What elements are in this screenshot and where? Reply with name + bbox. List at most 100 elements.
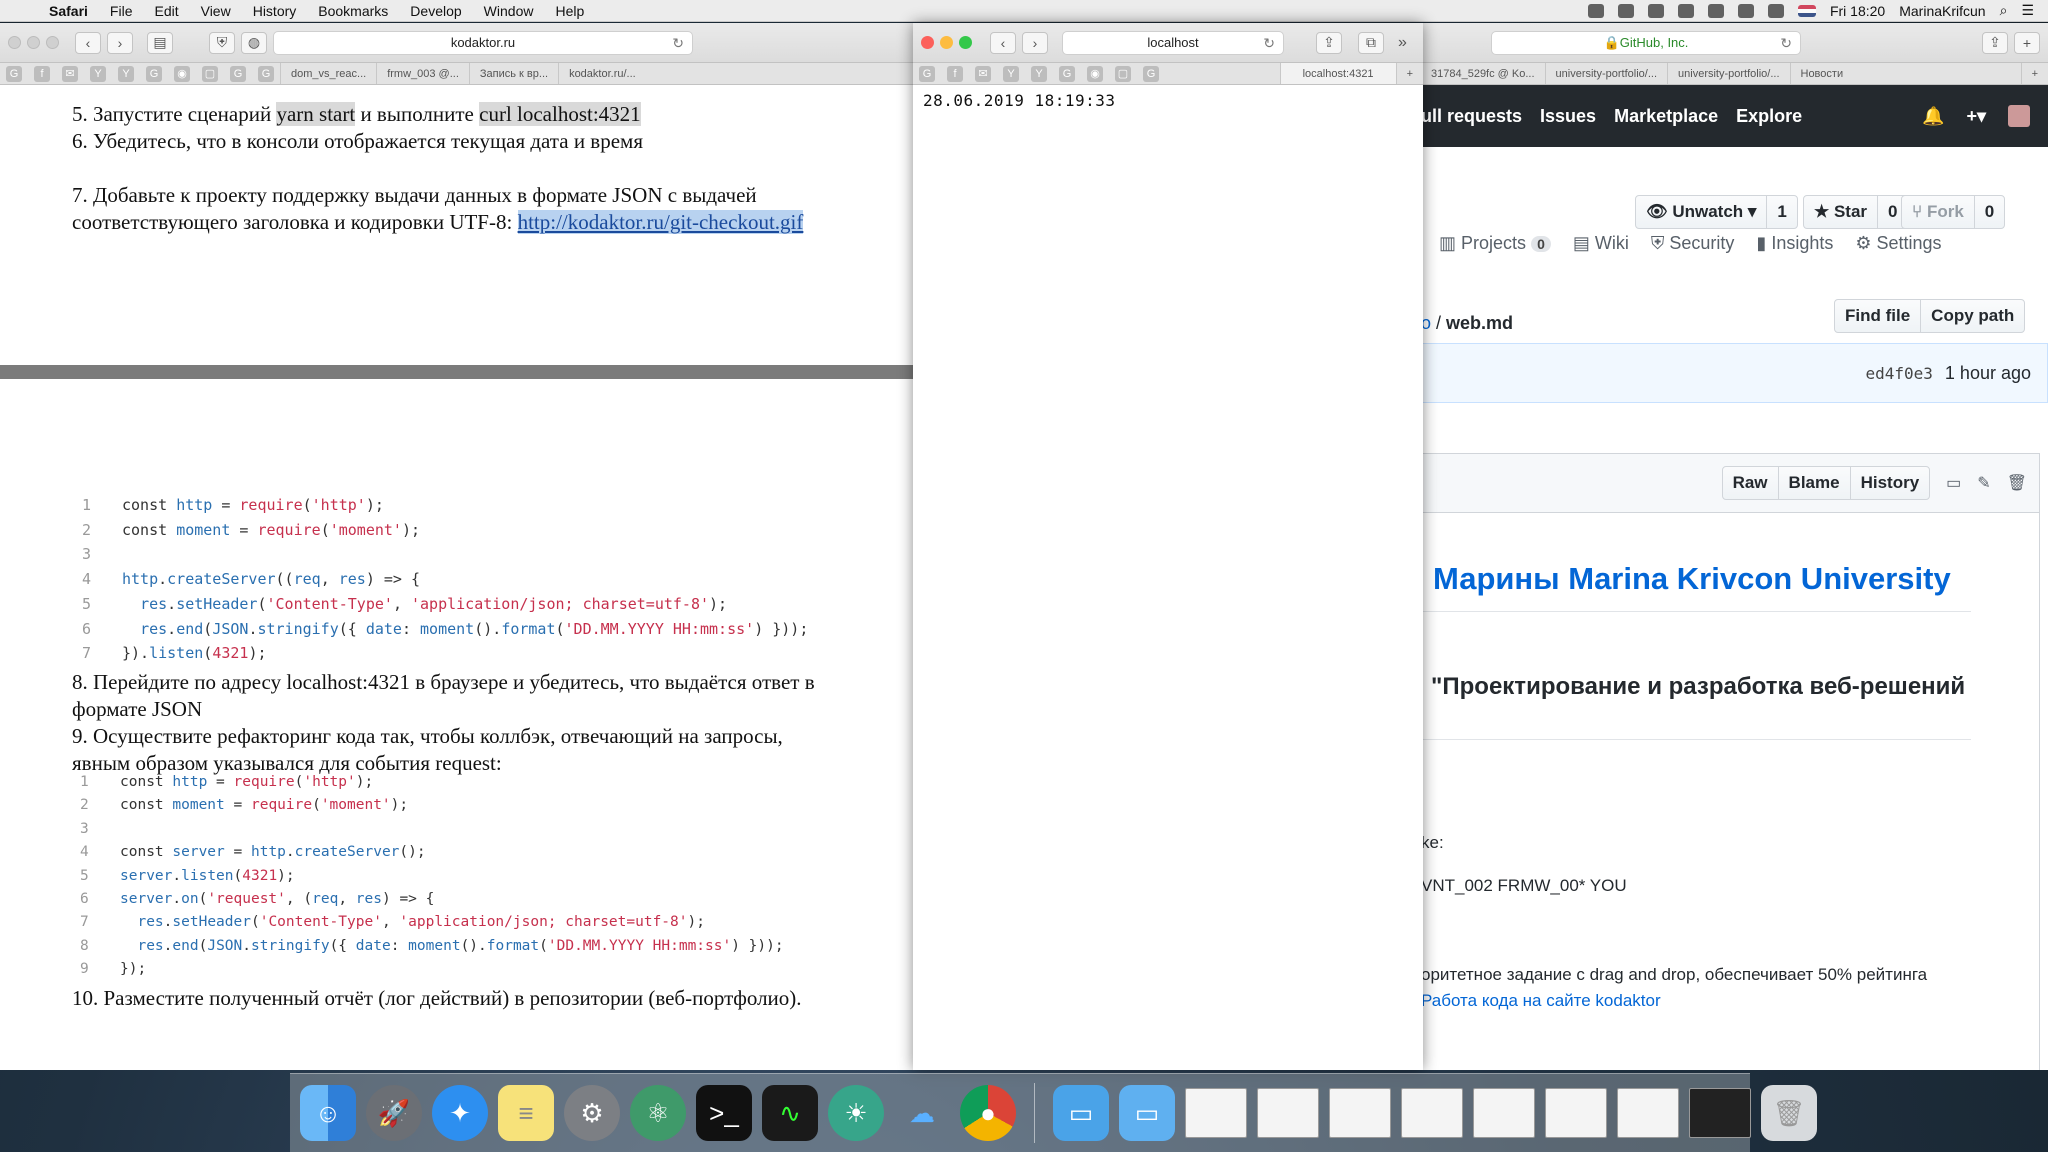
input-source-flag-icon[interactable]: [1797, 4, 1816, 17]
tabs-overview-icon[interactable]: ⧉: [1358, 31, 1384, 54]
back-button[interactable]: ‹: [990, 31, 1016, 54]
more-chevron-icon[interactable]: »: [1398, 34, 1407, 52]
minimize-icon[interactable]: [940, 36, 953, 49]
back-button[interactable]: ‹: [75, 31, 101, 54]
tab-settings[interactable]: ⚙ Settings: [1855, 233, 1941, 254]
google-fav-icon-3[interactable]: G: [1143, 65, 1159, 82]
time-machine-icon[interactable]: [1677, 3, 1694, 18]
palm-app-icon[interactable]: ☀: [828, 1085, 884, 1141]
shield-icon[interactable]: ⛨: [209, 31, 235, 54]
minimized-window-7[interactable]: [1617, 1088, 1679, 1138]
add-tab-icon[interactable]: +: [2020, 63, 2048, 84]
tab-news[interactable]: Новости: [1789, 63, 1854, 84]
reload-icon[interactable]: ↻: [672, 35, 684, 52]
add-tab-icon[interactable]: +: [1395, 63, 1423, 84]
close-icon[interactable]: [8, 36, 21, 49]
minimize-icon[interactable]: [27, 36, 40, 49]
forward-button[interactable]: ›: [107, 31, 133, 54]
location-fav-icon[interactable]: ◉: [174, 65, 190, 82]
location-fav-icon[interactable]: ◉: [1087, 65, 1103, 82]
chrome-icon[interactable]: ●: [960, 1085, 1016, 1141]
tab-booking[interactable]: Запись к вр...: [468, 63, 558, 84]
forward-button[interactable]: ›: [1022, 31, 1048, 54]
yandex-fav-icon[interactable]: Y: [90, 65, 106, 82]
safari-extension-icon[interactable]: ◍: [241, 31, 267, 54]
bluetooth-icon[interactable]: [1737, 3, 1754, 18]
tab-dom-vs-react[interactable]: dom_vs_reac...: [280, 63, 376, 84]
find-file-button[interactable]: Find file: [1835, 300, 1922, 332]
menu-history[interactable]: History: [242, 3, 308, 19]
terminal-icon[interactable]: >_: [696, 1085, 752, 1141]
activity-monitor-icon[interactable]: ∿: [762, 1085, 818, 1141]
yandex-fav-icon[interactable]: Y: [1003, 65, 1019, 82]
documents-folder-icon[interactable]: ▭: [1119, 1085, 1175, 1141]
tab-kodaktor-snippet[interactable]: 31784_529fc @ Ko...: [1421, 63, 1545, 84]
reload-icon[interactable]: ↻: [1263, 35, 1275, 52]
tab-university-portfolio-2[interactable]: university-portfolio/...: [1667, 63, 1789, 84]
menu-view[interactable]: View: [190, 3, 242, 19]
blame-button[interactable]: Blame: [1779, 467, 1851, 499]
tab-localhost[interactable]: localhost:4321: [1279, 63, 1396, 84]
google-fav-icon-2[interactable]: G: [230, 65, 246, 82]
share-icon[interactable]: ⇪: [1982, 31, 2008, 54]
history-button[interactable]: History: [1851, 467, 1930, 499]
facebook-fav-icon[interactable]: f: [947, 65, 963, 82]
tab-insights[interactable]: ▮ Insights: [1756, 233, 1833, 254]
minimized-window-4[interactable]: [1401, 1088, 1463, 1138]
minimized-window-6[interactable]: [1545, 1088, 1607, 1138]
minimized-window-3[interactable]: [1329, 1088, 1391, 1138]
google-fav-icon-2[interactable]: G: [1059, 65, 1075, 82]
menu-help[interactable]: Help: [544, 3, 595, 19]
clock[interactable]: Fri 18:20: [1830, 3, 1885, 19]
dropbox-icon[interactable]: [1617, 3, 1634, 18]
tab-wiki[interactable]: ▤ Wiki: [1573, 233, 1629, 254]
safari-icon[interactable]: ✦: [432, 1085, 488, 1141]
copy-path-button[interactable]: Copy path: [1921, 300, 2024, 332]
minimized-terminal-window[interactable]: [1689, 1088, 1751, 1138]
notification-center-icon[interactable]: ☰: [2021, 2, 2034, 19]
tab-security[interactable]: ⛨ Security: [1651, 233, 1735, 254]
google-fav-icon[interactable]: G: [919, 65, 935, 82]
yandex-fav-icon-2[interactable]: Y: [1031, 65, 1047, 82]
raw-button[interactable]: Raw: [1723, 467, 1779, 499]
pen-icon[interactable]: [1647, 3, 1664, 18]
menu-develop[interactable]: Develop: [399, 3, 472, 19]
avatar[interactable]: [2008, 105, 2030, 127]
facebook-fav-icon[interactable]: f: [34, 65, 50, 82]
mail-fav-icon[interactable]: ✉: [975, 65, 991, 82]
tab-projects[interactable]: ▥ Projects 0: [1439, 233, 1551, 254]
google-fav-icon-3[interactable]: G: [258, 65, 274, 82]
yandex-fav-icon-2[interactable]: Y: [118, 65, 134, 82]
menu-edit[interactable]: Edit: [143, 3, 189, 19]
menu-bookmarks[interactable]: Bookmarks: [307, 3, 399, 19]
spotlight-icon[interactable]: ⌕: [2000, 2, 2008, 19]
desktop-icon[interactable]: ▭: [1946, 473, 1961, 493]
commit-sha[interactable]: ed4f0e3: [1865, 364, 1932, 383]
wifi-icon[interactable]: [1767, 3, 1784, 18]
minimized-window-1[interactable]: [1185, 1088, 1247, 1138]
nav-issues[interactable]: Issues: [1540, 106, 1596, 127]
minimized-window-2[interactable]: [1257, 1088, 1319, 1138]
skype-icon[interactable]: [1587, 3, 1604, 18]
nav-pull-requests[interactable]: ull requests: [1421, 106, 1522, 127]
tab-kodaktor[interactable]: kodaktor.ru/...: [558, 63, 646, 84]
share-icon[interactable]: ⇪: [1316, 31, 1342, 54]
trash-icon[interactable]: 🗑: [1761, 1085, 1817, 1141]
menu-window[interactable]: Window: [473, 3, 545, 19]
git-checkout-link[interactable]: http://kodaktor.ru/git-checkout.gif: [517, 210, 804, 234]
menu-file[interactable]: File: [99, 3, 144, 19]
localhost-address-bar[interactable]: localhost ↻: [1062, 30, 1284, 55]
nav-marketplace[interactable]: Marketplace: [1614, 106, 1718, 127]
tab-university-portfolio-1[interactable]: university-portfolio/...: [1544, 63, 1667, 84]
minimized-window-5[interactable]: [1473, 1088, 1535, 1138]
sync-icon[interactable]: [1707, 3, 1724, 18]
launchpad-icon[interactable]: 🚀: [366, 1085, 422, 1141]
system-preferences-icon[interactable]: ⚙: [564, 1085, 620, 1141]
bell-icon[interactable]: 🔔: [1922, 106, 1944, 127]
zoom-icon[interactable]: [46, 36, 59, 49]
sidebar-icon[interactable]: ▤: [147, 31, 173, 54]
mail-fav-icon[interactable]: ✉: [62, 65, 78, 82]
zoom-icon[interactable]: [959, 36, 972, 49]
kodaktor-address-bar[interactable]: kodaktor.ru ↻: [273, 30, 693, 55]
plus-icon[interactable]: +▾: [1966, 106, 1986, 127]
